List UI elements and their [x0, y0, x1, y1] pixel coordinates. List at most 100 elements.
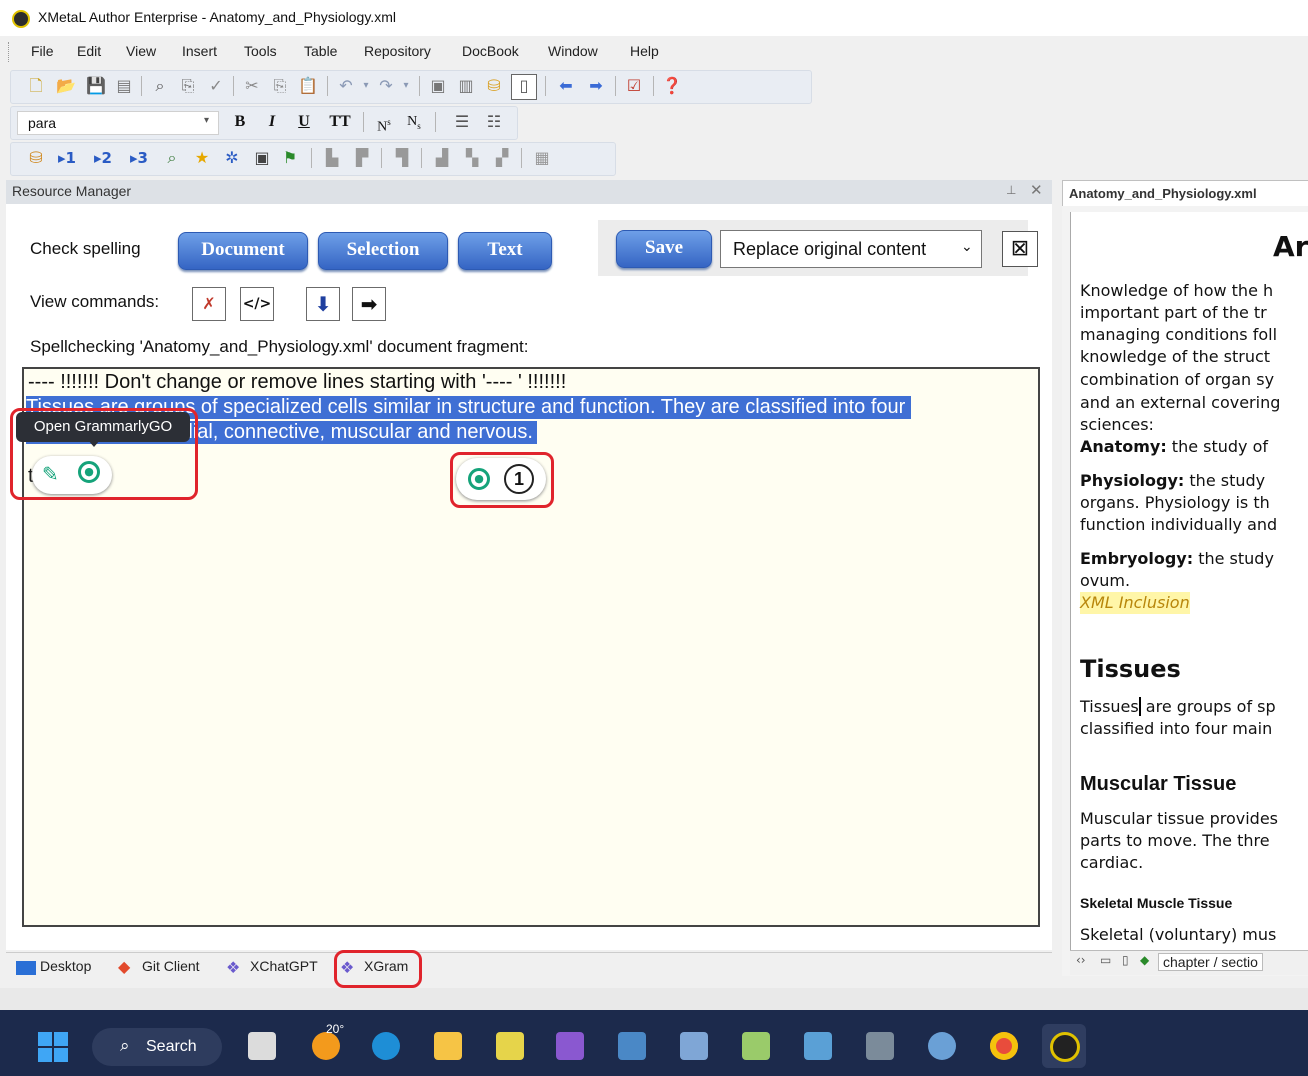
- weather-icon[interactable]: [312, 1032, 340, 1060]
- page-icon[interactable]: ▯: [1122, 953, 1129, 967]
- close-icon[interactable]: ✕: [1030, 181, 1043, 199]
- insert-column-icon[interactable]: ▜: [391, 147, 413, 169]
- bulleted-list-icon[interactable]: ☷: [483, 111, 505, 133]
- insert-row-above-icon[interactable]: ▙: [321, 147, 343, 169]
- tags-view-icon[interactable]: ▣: [427, 75, 449, 97]
- tab-xchatgpt[interactable]: XChatGPT: [250, 958, 318, 974]
- undo-icon[interactable]: ↶: [335, 75, 357, 97]
- delete-cell-icon[interactable]: ▞: [491, 147, 513, 169]
- chart-app-icon[interactable]: [618, 1032, 646, 1060]
- tools-app-icon[interactable]: [866, 1032, 894, 1060]
- redo-dropdown-icon[interactable]: ▾: [395, 75, 417, 97]
- clear-icon[interactable]: ⊠: [1002, 231, 1038, 267]
- undo-dropdown-icon[interactable]: ▾: [355, 75, 377, 97]
- document-view[interactable]: Ar Knowledge of how the h important part…: [1070, 212, 1308, 952]
- menu-repository[interactable]: Repository: [364, 43, 431, 59]
- tab-git-client[interactable]: Git Client: [142, 958, 200, 974]
- document-app-icon[interactable]: [680, 1032, 708, 1060]
- split-cell-icon[interactable]: ▟: [431, 147, 453, 169]
- search-icon: ⌕: [120, 1036, 130, 1056]
- chrome-browser-icon[interactable]: [990, 1032, 1018, 1060]
- toc-icon[interactable]: ⛁: [25, 147, 47, 169]
- menu-edit[interactable]: Edit: [77, 43, 101, 59]
- pin-icon[interactable]: ⊥: [1006, 183, 1016, 197]
- gear-icon[interactable]: ✲: [221, 147, 243, 169]
- import-icon[interactable]: ⬇: [306, 287, 340, 321]
- task-view-icon[interactable]: [248, 1032, 276, 1060]
- menu-table[interactable]: Table: [304, 43, 337, 59]
- physiology-definition: Physiology: the study: [1080, 471, 1266, 490]
- help-icon[interactable]: ❓: [661, 75, 683, 97]
- edge-browser-icon[interactable]: [372, 1032, 400, 1060]
- check-selection-button[interactable]: Selection: [318, 232, 448, 270]
- check-text-button[interactable]: Text: [458, 232, 552, 270]
- file-explorer-icon[interactable]: [434, 1032, 462, 1060]
- menu-docbook[interactable]: DocBook: [462, 43, 519, 59]
- menu-view[interactable]: View: [126, 43, 156, 59]
- save-icon[interactable]: 💾: [85, 75, 107, 97]
- export-icon[interactable]: ➡: [352, 287, 386, 321]
- palette-app-icon[interactable]: [928, 1032, 956, 1060]
- save-all-icon[interactable]: ▤: [113, 75, 135, 97]
- merge-cell-icon[interactable]: ▚: [461, 147, 483, 169]
- table-properties-icon[interactable]: ▦: [531, 147, 553, 169]
- menu-grip: [8, 42, 12, 62]
- insert-row-below-icon[interactable]: ▛: [351, 147, 373, 169]
- underline-button[interactable]: U: [293, 111, 315, 133]
- star-icon[interactable]: ★: [191, 147, 213, 169]
- redo-icon[interactable]: ↷: [375, 75, 397, 97]
- tags-toggle-icon[interactable]: ‹›: [1076, 953, 1086, 967]
- document-tab[interactable]: Anatomy_and_Physiology.xml: [1062, 180, 1308, 207]
- view-toggle-icon[interactable]: ▭: [1100, 953, 1111, 967]
- paint-app-icon[interactable]: [496, 1032, 524, 1060]
- spellcheck-icon[interactable]: ✓: [205, 75, 227, 97]
- teletype-button[interactable]: TT: [325, 111, 355, 133]
- zoom-icon[interactable]: ⌕: [161, 147, 183, 169]
- remote-desktop-icon[interactable]: [804, 1032, 832, 1060]
- save-button[interactable]: Save: [616, 230, 712, 268]
- italic-button[interactable]: I: [261, 111, 283, 133]
- check-document-button[interactable]: Document: [178, 232, 308, 270]
- heading-1-button[interactable]: ▸1: [51, 147, 83, 169]
- back-arrow-icon[interactable]: ⬅: [555, 75, 577, 97]
- menu-tools[interactable]: Tools: [244, 43, 277, 59]
- page-preview-icon[interactable]: ▯: [511, 74, 537, 100]
- save-mode-select[interactable]: Replace original content ⌄: [720, 230, 982, 268]
- bold-button[interactable]: B: [229, 111, 251, 133]
- tab-desktop[interactable]: Desktop: [40, 958, 91, 974]
- find-next-icon[interactable]: ⎘: [177, 75, 199, 97]
- xml-inclusion-marker[interactable]: XML Inclusion: [1080, 592, 1190, 614]
- superscript-button[interactable]: Ns: [373, 111, 395, 135]
- menu-insert[interactable]: Insert: [182, 43, 217, 59]
- cut-icon[interactable]: ✂: [241, 75, 263, 97]
- plain-text-view-icon[interactable]: ⛁: [483, 75, 505, 97]
- editor-app-icon[interactable]: [742, 1032, 770, 1060]
- menu-window[interactable]: Window: [548, 43, 598, 59]
- flag-icon[interactable]: ⚑: [279, 147, 301, 169]
- hide-tags-icon[interactable]: ✗: [192, 287, 226, 321]
- copy-icon[interactable]: ⎘: [269, 75, 291, 97]
- windows-start-icon[interactable]: [38, 1032, 68, 1062]
- heading-3-button[interactable]: ▸3: [123, 147, 155, 169]
- xmetal-taskbar-active[interactable]: [1042, 1024, 1086, 1068]
- new-document-icon[interactable]: 🗋: [25, 75, 47, 97]
- find-icon[interactable]: ⌕: [149, 75, 171, 97]
- taskbar-search[interactable]: ⌕ Search: [92, 1028, 222, 1066]
- show-tags-icon[interactable]: </>: [240, 287, 274, 321]
- element-breadcrumb[interactable]: chapter / sectio: [1158, 953, 1263, 971]
- menu-file[interactable]: File: [31, 43, 54, 59]
- subscript-button[interactable]: Ns: [403, 111, 425, 133]
- physiology-line-3: function individually and: [1080, 515, 1278, 534]
- visual-studio-icon[interactable]: [556, 1032, 584, 1060]
- numbered-list-icon[interactable]: ☰: [451, 111, 473, 133]
- open-folder-icon[interactable]: 📂: [55, 75, 77, 97]
- element-icon[interactable]: ◆: [1140, 953, 1149, 967]
- heading-2-button[interactable]: ▸2: [87, 147, 119, 169]
- validate-icon[interactable]: ☑: [623, 75, 645, 97]
- menu-help[interactable]: Help: [630, 43, 659, 59]
- image-icon[interactable]: ▣: [251, 147, 273, 169]
- element-select[interactable]: para ▾: [17, 111, 219, 135]
- forward-arrow-icon[interactable]: ➡: [585, 75, 607, 97]
- normal-view-icon[interactable]: ▥: [455, 75, 477, 97]
- paste-icon[interactable]: 📋: [297, 75, 319, 97]
